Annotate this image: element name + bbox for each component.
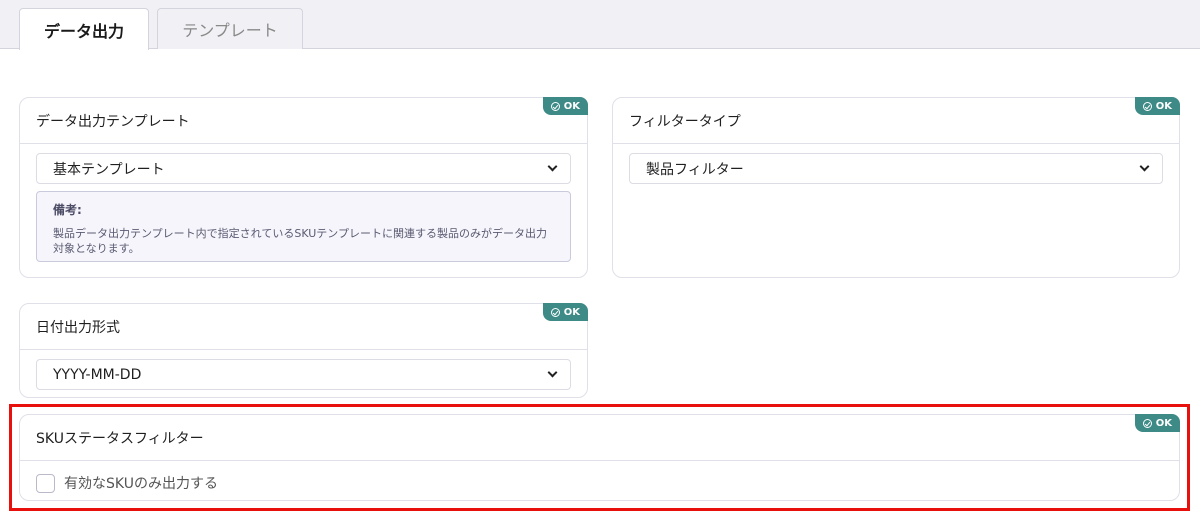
note-box: 備考: 製品データ出力テンプレート内で指定されているSKUテンプレートに関連する…: [36, 191, 571, 262]
card-date-format: OK 日付出力形式 YYYY-MM-DD: [19, 303, 588, 398]
card-export-template: OK データ出力テンプレート 基本テンプレート 備考: 製品データ出力テンプレー…: [19, 97, 588, 278]
chevron-down-icon: [1139, 161, 1150, 172]
tab-template[interactable]: テンプレート: [157, 8, 303, 49]
card-sku-status-filter: OK SKUステータスフィルター 有効なSKUのみ出力する: [19, 414, 1180, 501]
card-filter-type: OK フィルタータイプ 製品フィルター: [612, 97, 1180, 278]
template-select-value: 基本テンプレート: [53, 161, 165, 178]
filter-type-select-value: 製品フィルター: [646, 161, 744, 178]
card-title: フィルタータイプ: [613, 98, 1179, 144]
date-format-select-value: YYYY-MM-DD: [53, 366, 142, 383]
chevron-down-icon: [547, 367, 558, 378]
template-select[interactable]: 基本テンプレート: [36, 153, 571, 184]
chevron-down-icon: [547, 161, 558, 172]
tab-data-export[interactable]: データ出力: [19, 8, 149, 50]
date-format-select[interactable]: YYYY-MM-DD: [36, 359, 571, 390]
card-title: SKUステータスフィルター: [20, 415, 1179, 461]
card-title: 日付出力形式: [20, 304, 587, 350]
note-title: 備考:: [53, 203, 82, 217]
active-sku-only-checkbox[interactable]: [36, 474, 55, 493]
note-text: 製品データ出力テンプレート内で指定されているSKUテンプレートに関連する製品のみ…: [53, 227, 547, 255]
filter-type-select[interactable]: 製品フィルター: [629, 153, 1163, 184]
active-sku-only-label[interactable]: 有効なSKUのみ出力する: [64, 473, 218, 493]
card-title: データ出力テンプレート: [20, 98, 587, 144]
tab-bar: データ出力 テンプレート: [0, 0, 1200, 50]
